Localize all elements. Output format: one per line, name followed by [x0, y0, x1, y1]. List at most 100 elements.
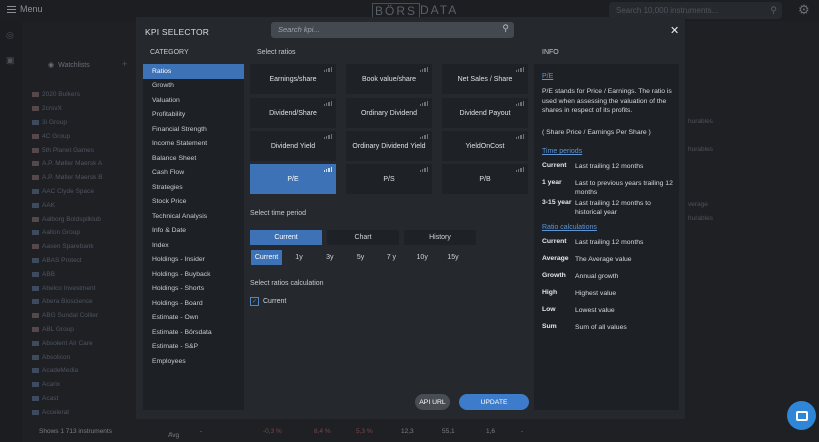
- category-header: CATEGORY: [150, 49, 189, 56]
- ratio-tile[interactable]: Book value/share: [346, 64, 432, 94]
- background-list-item: Aasen Sparebank: [32, 240, 103, 254]
- close-icon[interactable]: ✕: [670, 24, 679, 37]
- background-list-item: Absolent Air Care: [32, 336, 103, 350]
- flag-icon: [32, 395, 39, 401]
- ratio-tile[interactable]: P/E: [250, 164, 336, 194]
- ratio-tile[interactable]: YieldOnCost: [442, 131, 528, 161]
- chart-bars-icon: [419, 67, 428, 72]
- ratio-tile[interactable]: Dividend Payout: [442, 98, 528, 128]
- api-url-button[interactable]: API URL: [415, 394, 450, 410]
- folder-icon[interactable]: ▣: [6, 55, 15, 66]
- category-item[interactable]: Technical Analysis: [143, 209, 244, 224]
- category-item[interactable]: Info & Date: [143, 224, 244, 239]
- background-list-item: Aalborg Boldspilklub: [32, 212, 103, 226]
- flag-icon: [32, 340, 39, 346]
- background-list-item: 2020 Bulkers: [32, 88, 103, 102]
- ratio-tile[interactable]: Earnings/share: [250, 64, 336, 94]
- ratio-tile[interactable]: Ordinary Dividend Yield: [346, 131, 432, 161]
- flag-icon: [32, 175, 39, 181]
- info-formula: ( Share Price / Earnings Per Share ): [542, 129, 651, 136]
- period-button[interactable]: 1y: [286, 250, 312, 265]
- ratio-tile[interactable]: P/S: [346, 164, 432, 194]
- chart-bars-icon: [419, 101, 428, 106]
- ratio-calculations-link[interactable]: Ratio calculations: [542, 224, 597, 231]
- category-item[interactable]: Holdings - Insider: [143, 253, 244, 268]
- chat-button[interactable]: [787, 401, 816, 430]
- period-button[interactable]: Current: [251, 250, 282, 265]
- category-item[interactable]: Income Statement: [143, 137, 244, 152]
- info-row: Current Last trailing 12 months: [542, 238, 644, 246]
- ratio-tile[interactable]: Ordinary Dividend: [346, 98, 432, 128]
- category-item[interactable]: Ratios: [143, 64, 244, 79]
- chart-bars-icon: [323, 167, 332, 172]
- chart-bars-icon: [419, 167, 428, 172]
- info-row: 1 year Last to previous years trailing 12…: [542, 179, 673, 197]
- left-icon-bar: ◎ ▣: [0, 22, 22, 442]
- flag-icon: [32, 409, 39, 415]
- ratio-tile[interactable]: P/B: [442, 164, 528, 194]
- category-item[interactable]: Financial Strength: [143, 122, 244, 137]
- category-item[interactable]: Valuation: [143, 93, 244, 108]
- period-button[interactable]: 7 y: [378, 250, 404, 265]
- background-list-item: Absolicon: [32, 350, 103, 364]
- info-row: High Highest value: [542, 289, 617, 297]
- category-item[interactable]: Holdings - Shorts: [143, 282, 244, 297]
- category-item[interactable]: Profitability: [143, 108, 244, 123]
- view-tab[interactable]: History: [404, 230, 476, 245]
- summary-value: 1,6: [486, 428, 496, 435]
- background-list-item: A.P. Møller Maersk B: [32, 171, 103, 185]
- background-list-item: Acarix: [32, 378, 103, 392]
- info-description: P/E stands for Price / Earnings. The rat…: [542, 88, 672, 115]
- flag-icon: [32, 92, 39, 98]
- flag-icon: [32, 147, 39, 153]
- category-item[interactable]: Cash Flow: [143, 166, 244, 181]
- ratio-tile[interactable]: Net Sales / Share: [442, 64, 528, 94]
- instrument-count: Shows 1 713 instruments: [39, 428, 112, 435]
- globe-icon[interactable]: ◎: [6, 30, 14, 41]
- kpi-search-input[interactable]: Search kpi... ⚲: [271, 22, 514, 38]
- view-tab[interactable]: Current: [250, 230, 322, 245]
- category-item[interactable]: Growth: [143, 79, 244, 94]
- background-list-item: ABB: [32, 267, 103, 281]
- info-header: INFO: [542, 49, 559, 56]
- watchlists-header[interactable]: ◉ Watchlists: [48, 61, 90, 70]
- period-button[interactable]: 3y: [317, 250, 343, 265]
- background-list-item: AAK: [32, 198, 103, 212]
- time-periods-link[interactable]: Time periods: [542, 148, 582, 155]
- category-item[interactable]: Employees: [143, 354, 244, 369]
- update-button[interactable]: UPDATE: [459, 394, 529, 410]
- period-button[interactable]: 15y: [440, 250, 466, 265]
- summary-value: 55,1: [442, 428, 455, 435]
- category-item[interactable]: Holdings - Board: [143, 296, 244, 311]
- category-item[interactable]: Strategies: [143, 180, 244, 195]
- category-item[interactable]: Holdings - Buyback: [143, 267, 244, 282]
- category-item[interactable]: Index: [143, 238, 244, 253]
- gear-icon[interactable]: ⚙: [798, 2, 810, 18]
- aggregate-select[interactable]: Avg ⌄: [168, 428, 179, 439]
- period-button[interactable]: 5y: [348, 250, 374, 265]
- category-item[interactable]: Estimate - Börsdata: [143, 325, 244, 340]
- background-list-item: 4C Group: [32, 129, 103, 143]
- category-item[interactable]: Estimate - Own: [143, 311, 244, 326]
- ratio-tile[interactable]: Dividend Yield: [250, 131, 336, 161]
- summary-value: -0,3 %: [263, 428, 282, 435]
- category-item[interactable]: Estimate - S&P: [143, 340, 244, 355]
- background-list-item: 5th Planet Games: [32, 143, 103, 157]
- chart-bars-icon: [419, 134, 428, 139]
- view-tab[interactable]: Chart: [327, 230, 399, 245]
- info-kpi-title[interactable]: P/E: [542, 73, 553, 80]
- flag-icon: [32, 285, 39, 291]
- ratio-tile[interactable]: Dividend/Share: [250, 98, 336, 128]
- info-row: Current Last trailing 12 months: [542, 162, 644, 170]
- period-button[interactable]: 10y: [409, 250, 435, 265]
- calc-current-checkbox[interactable]: ✓: [250, 297, 259, 306]
- category-item[interactable]: Balance Sheet: [143, 151, 244, 166]
- add-watchlist-icon[interactable]: +: [122, 59, 127, 69]
- menu-button[interactable]: Menu: [7, 4, 43, 14]
- chart-bars-icon: [323, 67, 332, 72]
- category-item[interactable]: Stock Price: [143, 195, 244, 210]
- background-list-item: ABL Group: [32, 323, 103, 337]
- background-list-item: AcadeMedia: [32, 364, 103, 378]
- search-icon: ⚲: [502, 23, 509, 33]
- eye-icon: ◉: [48, 62, 55, 69]
